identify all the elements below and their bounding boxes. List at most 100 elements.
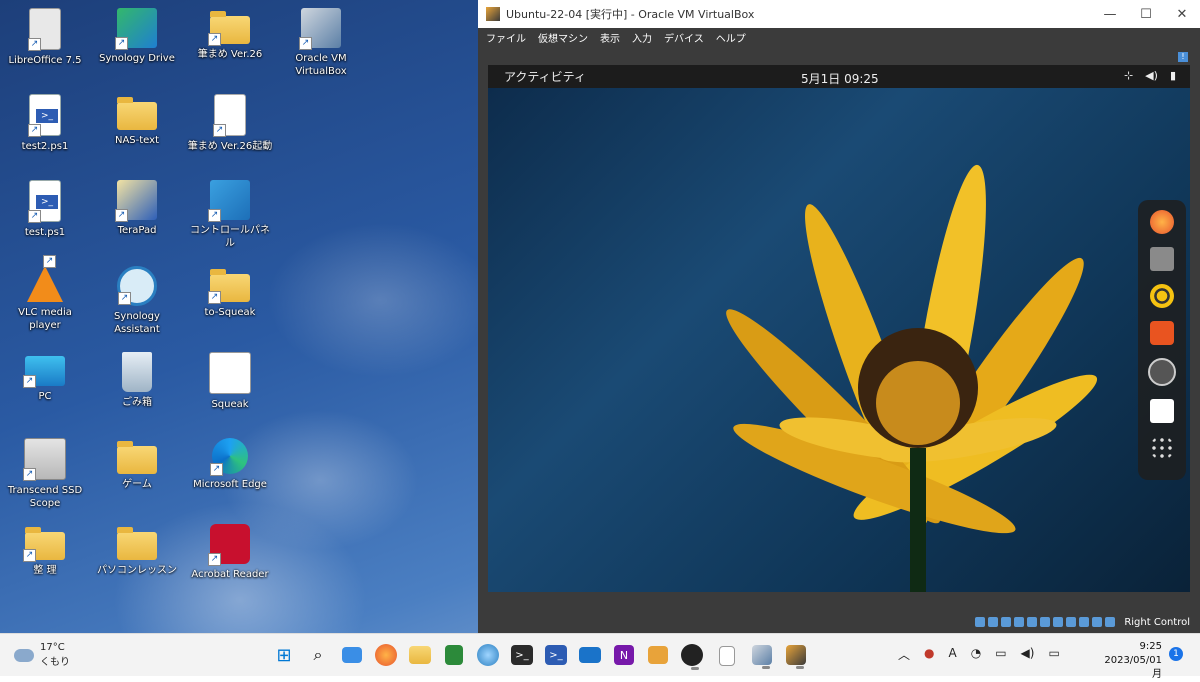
maximize-icon[interactable]: ☐ [1128,7,1164,22]
taskbar-clock[interactable]: 9:25 2023/05/01 月 [1096,640,1162,682]
cloud-icon [14,648,34,662]
menu-devices[interactable]: デバイス [664,30,704,45]
desktop-icon-edge[interactable]: Microsoft Edge [187,432,273,512]
weather-widget[interactable]: 17°C くもり [14,642,70,668]
virtualbox-window-icon [486,7,500,21]
desktop-icon-fudemame[interactable]: 筆まめ Ver.26 [187,2,273,82]
notification-badge[interactable]: 1 [1169,647,1183,661]
usb-status-icon[interactable] [1027,617,1038,627]
mouse-integration-icon[interactable] [1092,617,1103,627]
menu-input[interactable]: 入力 [632,30,652,45]
vm-window-icon[interactable] [786,645,806,669]
text-editor-icon[interactable] [1150,399,1174,423]
desktop-icon-pc[interactable]: PC [2,346,88,426]
activities-button[interactable]: アクティビティ [504,68,586,85]
host-key-label: Right Control [1124,616,1190,628]
chevron-up-icon[interactable]: ︿ [898,646,910,663]
desktop-icon-virtualbox[interactable]: Oracle VM VirtualBox [278,2,364,82]
clock-app-icon[interactable]: ◔ [971,646,981,663]
notepad-icon[interactable] [719,646,735,666]
menu-machine[interactable]: 仮想マシン [538,30,588,45]
folder-icon [117,441,157,474]
help-icon[interactable] [1148,358,1176,386]
firefox-icon[interactable] [1150,210,1174,234]
monitor-icon [23,356,65,388]
volume-icon[interactable]: ◀︎) [1021,646,1035,663]
remote-desktop-icon[interactable] [342,647,362,663]
desktop-icon-transcend-ssd-scope[interactable]: Transcend SSD Scope [2,432,88,512]
media-app-icon[interactable] [648,646,668,664]
window-titlebar[interactable]: Ubuntu-22-04 [実行中] - Oracle VM VirtualBo… [478,0,1200,28]
keyboard-status-icon[interactable] [1105,617,1116,627]
globe-app-icon[interactable] [477,644,499,666]
powershell-icon[interactable]: >_ [545,645,567,665]
virtualbox-icon[interactable] [752,645,772,669]
desktop-icon-nas-text[interactable]: NAS-text [94,88,180,168]
control-panel-icon [208,180,250,222]
desktop-icon-squeak[interactable]: Squeak [187,346,273,426]
close-icon[interactable]: ✕ [1164,7,1200,22]
desktop-icon-fudemame-launch[interactable]: 筆まめ Ver.26起動 [187,88,273,168]
spreadsheet-icon[interactable] [445,645,463,665]
desktop-icon-recycle-bin[interactable]: ごみ箱 [94,346,180,426]
menu-view[interactable]: 表示 [600,30,620,45]
display-status-icon[interactable] [1053,617,1064,627]
desktop-icon-vlc[interactable]: VLC media player [2,255,88,340]
desktop-background-photo [488,88,1190,592]
synology-assistant-icon [117,266,157,306]
desktop-icon-test2-ps1[interactable]: >_ test2.ps1 [2,88,88,168]
squeak-mouse-icon [209,352,251,394]
minimize-icon[interactable]: — [1092,7,1128,22]
app-grid-icon[interactable] [1150,436,1174,460]
onenote-icon[interactable]: N [614,645,634,665]
media-player-icon[interactable] [681,644,703,670]
recording-status-icon[interactable] [1066,617,1077,627]
optical-drive-icon[interactable] [988,617,999,627]
recycle-bin-icon [122,352,152,392]
desktop-icon-acrobat[interactable]: Acrobat Reader [187,518,273,598]
firefox-icon[interactable] [375,644,397,666]
rhythmbox-icon[interactable] [1150,284,1174,308]
volume-icon: ◀︎) [1145,69,1158,82]
file-explorer-icon[interactable] [409,646,431,664]
desktop-icon-seiri[interactable]: 整 理 [2,518,88,598]
vlc-cone-icon [27,255,63,302]
desktop-icon-game[interactable]: ゲーム [94,432,180,512]
desktop-icon-synology-drive[interactable]: Synology Drive [94,2,180,82]
audio-status-icon[interactable] [1001,617,1012,627]
guest-clock[interactable]: 5月1日 09:25 [801,70,879,87]
desktop-icon-terapad[interactable]: TeraPad [94,174,180,254]
guest-display[interactable]: アクティビティ 5月1日 09:25 ⊹ ◀︎) ▮ [488,65,1190,592]
network-status-icon[interactable] [1014,617,1025,627]
notification-flag-icon[interactable]: ! [1178,52,1188,62]
virtualbox-window: Ubuntu-22-04 [実行中] - Oracle VM VirtualBo… [478,0,1200,633]
desktop-icon-synology-assistant[interactable]: Synology Assistant [94,260,180,340]
desktop-icon-pc-lesson[interactable]: パソコンレッスン [94,518,180,598]
network-icon[interactable]: ▭ [995,646,1006,663]
weather-desc: くもり [40,657,70,668]
mail-icon[interactable] [579,647,601,663]
vt-x-status-icon[interactable] [1079,617,1090,627]
storage-status-icon[interactable] [975,617,986,627]
start-icon[interactable]: ⊞ [270,641,298,669]
menu-help[interactable]: ヘルプ [716,30,746,45]
files-icon[interactable] [1150,247,1174,271]
battery-icon: ▮ [1169,69,1176,82]
system-tray: ︿ ● A ◔ ▭ ◀︎) ▭ [898,646,1060,663]
system-tray[interactable]: ⊹ ◀︎) ▮ [1124,69,1176,82]
search-icon[interactable]: ⌕ [304,641,332,669]
desktop-icon-libreoffice[interactable]: LibreOffice 7.5 [2,2,88,82]
desktop-icon-test-ps1[interactable]: >_ test.ps1 [2,174,88,254]
terminal-icon[interactable]: >_ [511,645,533,665]
desktop-icon-to-squeak[interactable]: to-Squeak [187,260,273,340]
ime-indicator[interactable]: A [949,646,957,663]
desktop-icon-control-panel[interactable]: コントロールパネル [187,174,273,254]
folder-icon [208,269,250,304]
synology-drive-icon [115,8,157,50]
security-icon[interactable]: ● [924,646,934,663]
software-center-icon[interactable] [1150,321,1174,345]
menu-file[interactable]: ファイル [486,30,526,45]
taskbar: 17°C くもり ⊞ ⌕ >_ >_ N ︿ ● A ◔ ▭ ◀︎) ▭ 9:2… [0,633,1200,680]
shared-folders-icon[interactable] [1040,617,1051,627]
battery-icon[interactable]: ▭ [1048,646,1059,663]
